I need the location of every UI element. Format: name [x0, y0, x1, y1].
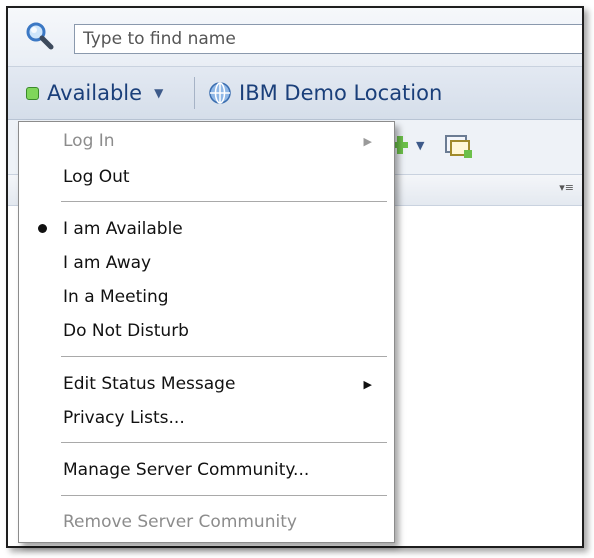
chevron-down-icon: ▼: [416, 138, 425, 152]
menu-separator: [61, 201, 387, 202]
add-contact-button[interactable]: ▼: [392, 136, 424, 154]
menu-item-label: Remove Server Community: [63, 512, 297, 532]
status-bar: Available ▼ IBM Demo Location: [8, 67, 582, 120]
chevron-down-icon: ▼: [154, 86, 164, 100]
submenu-arrow-icon: ▶: [363, 377, 372, 391]
status-dropdown-button[interactable]: Available ▼: [26, 79, 163, 107]
menu-item-remove-server-community: Remove Server Community: [19, 507, 394, 537]
menu-item-edit-status-message[interactable]: Edit Status Message ▶: [19, 369, 394, 399]
search-input[interactable]: [74, 24, 582, 54]
status-menu: Log In ▶ Log Out I am Available I am Awa…: [18, 121, 395, 543]
menu-item-privacy-lists[interactable]: Privacy Lists...: [19, 403, 394, 433]
menu-item-label: Manage Server Community...: [63, 460, 310, 480]
selected-bullet-icon: [38, 224, 47, 233]
menu-item-i-am-away[interactable]: I am Away: [19, 248, 394, 278]
submenu-arrow-icon: ▶: [363, 134, 372, 148]
menu-item-i-am-available[interactable]: I am Available: [19, 214, 394, 244]
column-menu-icon[interactable]: ▾≡: [559, 181, 574, 194]
menu-item-log-out[interactable]: Log Out: [19, 162, 394, 192]
contacts-window: Available ▼ IBM Demo Location ▼: [6, 6, 584, 548]
menu-item-label: Log Out: [63, 167, 130, 187]
menu-item-label: In a Meeting: [63, 287, 169, 307]
menu-separator: [61, 442, 387, 443]
location-label: IBM Demo Location: [239, 81, 443, 105]
search-row: [8, 8, 582, 67]
location-button[interactable]: IBM Demo Location: [208, 79, 442, 107]
menu-item-do-not-disturb[interactable]: Do Not Disturb: [19, 316, 394, 346]
menu-item-in-a-meeting[interactable]: In a Meeting: [19, 282, 394, 312]
menu-item-label: Edit Status Message: [63, 374, 236, 394]
globe-icon: [209, 82, 231, 104]
menu-item-label: Do Not Disturb: [63, 321, 189, 341]
menu-item-manage-server-community[interactable]: Manage Server Community...: [19, 455, 394, 485]
menu-item-label: I am Available: [63, 219, 183, 239]
status-label: Available: [47, 81, 143, 105]
divider: [194, 77, 195, 109]
new-chat-icon[interactable]: [444, 134, 474, 162]
menu-separator: [61, 495, 387, 496]
menu-item-label: I am Away: [63, 253, 152, 273]
status-available-icon: [26, 86, 39, 100]
menu-item-label: Log In: [63, 131, 115, 151]
search-icon[interactable]: [24, 20, 54, 50]
menu-item-log-in: Log In ▶: [19, 126, 394, 156]
menu-item-label: Privacy Lists...: [63, 408, 185, 428]
menu-separator: [61, 356, 387, 357]
